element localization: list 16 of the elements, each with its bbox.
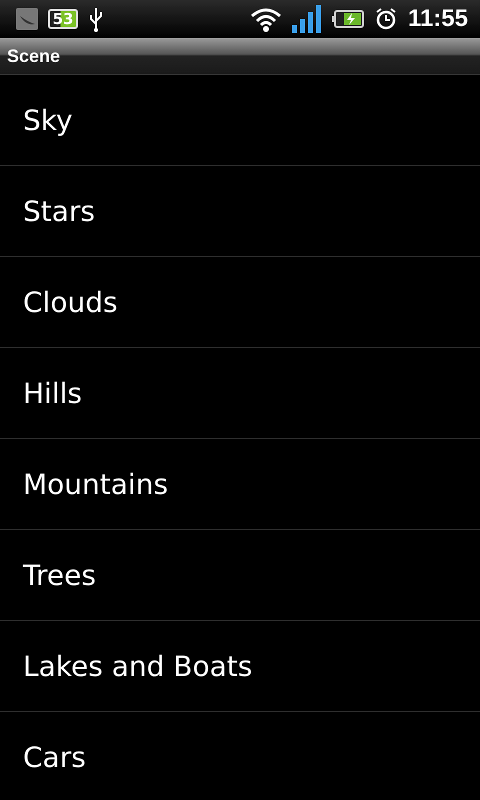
- clock-time: 11:55: [408, 5, 468, 33]
- list-item[interactable]: Clouds: [0, 257, 480, 348]
- list-item[interactable]: Hills: [0, 348, 480, 439]
- signal-icon: [292, 5, 322, 33]
- list-item[interactable]: Trees: [0, 530, 480, 621]
- screen-title: Scene: [7, 46, 60, 66]
- wifi-icon: [250, 6, 282, 32]
- notification-icon: [16, 8, 38, 30]
- alarm-clock-icon: [374, 7, 398, 31]
- usb-icon: [88, 6, 104, 32]
- list-item[interactable]: Sky: [0, 75, 480, 166]
- list-item[interactable]: Stars: [0, 166, 480, 257]
- list-item[interactable]: Cars: [0, 712, 480, 800]
- battery-charging-icon: [332, 10, 364, 28]
- list-item[interactable]: Mountains: [0, 439, 480, 530]
- list-item[interactable]: Lakes and Boats: [0, 621, 480, 712]
